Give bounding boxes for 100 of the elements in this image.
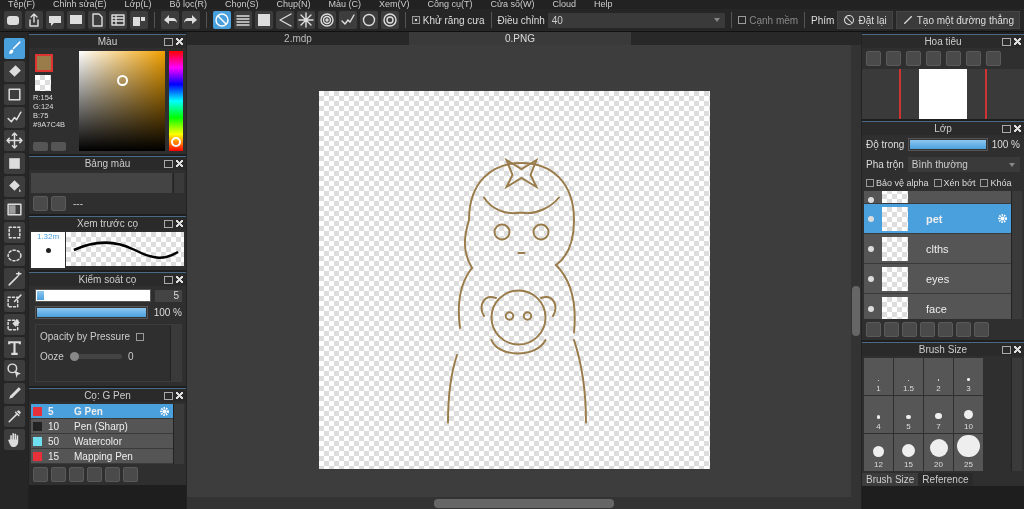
redo-button[interactable] — [181, 11, 200, 29]
hue-slider-thumb[interactable] — [171, 137, 181, 148]
brush-size-cell[interactable]: 10 — [954, 396, 983, 433]
brush-size-cell[interactable]: 2 — [924, 358, 953, 395]
antialias-checkbox[interactable]: Khử răng cưa — [411, 14, 485, 26]
tool-button[interactable] — [3, 38, 25, 59]
tool-button[interactable] — [3, 291, 25, 312]
brush-size-cell[interactable]: 25 — [954, 434, 983, 471]
brush-size-cell[interactable]: 3 — [954, 358, 983, 395]
tool-button[interactable] — [3, 314, 25, 335]
tool-button[interactable] — [3, 268, 25, 289]
layer-option-checkbox[interactable]: Bảo vệ alpha — [866, 178, 929, 188]
scrollbar[interactable] — [1011, 358, 1022, 471]
close-icon[interactable] — [176, 160, 183, 167]
straight-line-button[interactable]: Tạo một đường thẳng — [895, 11, 1020, 29]
tool-button[interactable] — [3, 61, 25, 82]
ooze-slider[interactable] — [69, 354, 122, 359]
toolbar-button[interactable] — [109, 11, 127, 29]
tool-button[interactable] — [3, 383, 25, 404]
saturation-picker[interactable] — [79, 51, 165, 151]
brush-size-cell[interactable]: 12 — [864, 434, 893, 471]
undo-button[interactable] — [160, 11, 179, 29]
transparent-swatch[interactable] — [35, 75, 51, 91]
panel-tab[interactable]: Brush Size — [862, 473, 919, 486]
detach-icon[interactable] — [164, 37, 173, 46]
tool-button[interactable] — [3, 130, 25, 151]
visibility-dot[interactable] — [868, 305, 874, 312]
detach-icon[interactable] — [1002, 124, 1011, 133]
brush-size-cell[interactable]: 4 — [864, 396, 893, 433]
layer-option-checkbox[interactable]: Khóa — [980, 178, 1012, 188]
tool-button[interactable] — [3, 199, 25, 220]
detach-icon[interactable] — [164, 275, 173, 284]
menu-item[interactable]: Cloud — [552, 0, 577, 9]
picker-handle[interactable] — [117, 75, 128, 86]
slider-thumb[interactable] — [69, 352, 79, 361]
brush-item[interactable]: 10 Pen (Sharp) — [31, 419, 173, 434]
brush-item[interactable]: 15 Mapping Pen — [31, 449, 173, 464]
brush-size-cell[interactable]: 20 — [924, 434, 953, 471]
menu-item[interactable]: Cửa sổ(W) — [490, 0, 535, 9]
close-icon[interactable] — [176, 276, 183, 283]
menu-item[interactable]: Chọn(S) — [225, 0, 259, 9]
brush-size-cell[interactable]: 1.5 — [894, 358, 923, 395]
visibility-dot[interactable] — [868, 245, 874, 252]
detach-icon[interactable] — [164, 159, 173, 168]
layer-option-checkbox[interactable]: Xén bớt — [933, 178, 976, 188]
detach-icon[interactable] — [1002, 37, 1011, 46]
size-value[interactable]: 5 — [155, 289, 182, 302]
close-icon[interactable] — [176, 392, 183, 399]
menu-item[interactable]: Màu (C) — [328, 0, 362, 9]
tool-button[interactable] — [3, 337, 25, 358]
circle-snap-button[interactable] — [359, 11, 378, 29]
hue-spectrum[interactable] — [169, 51, 183, 151]
brush-item[interactable]: 50 Watercolor — [31, 434, 173, 449]
tool-button[interactable] — [3, 406, 25, 427]
tool-button[interactable] — [3, 360, 25, 381]
size-slider[interactable] — [35, 289, 151, 302]
blend-dropdown[interactable]: Bình thường — [907, 157, 1020, 172]
off-snap-button[interactable] — [212, 11, 231, 29]
toolbar-button[interactable] — [25, 11, 43, 29]
scrollbar[interactable] — [173, 173, 184, 193]
toolbar-button[interactable] — [46, 11, 64, 29]
tool-button[interactable] — [3, 84, 25, 105]
vanishing-snap-button[interactable] — [275, 11, 294, 29]
panel-tab[interactable]: Reference — [918, 473, 973, 486]
scrollbar[interactable] — [170, 325, 181, 381]
brush-size-cell[interactable]: 7 — [924, 396, 953, 433]
pressure-checkbox[interactable]: Opacity by Pressure — [40, 331, 166, 342]
menu-item[interactable]: Lớp(L) — [124, 0, 152, 9]
menu-item[interactable]: Help — [594, 0, 613, 9]
brush-size-cell[interactable]: 1 — [864, 358, 893, 395]
layer-row[interactable]: face — [864, 294, 1011, 319]
close-icon[interactable] — [1014, 346, 1021, 353]
vertical-scrollbar[interactable] — [851, 45, 861, 497]
scrollbar[interactable] — [1011, 191, 1022, 319]
document-tab[interactable]: 2.mdp — [187, 32, 409, 45]
parallel-snap-button[interactable] — [233, 11, 252, 29]
menu-item[interactable]: Chụp(N) — [276, 0, 311, 9]
tool-button[interactable] — [3, 245, 25, 266]
visibility-dot[interactable] — [868, 215, 874, 222]
menu-item[interactable]: Chỉnh sửa(E) — [53, 0, 107, 9]
layer-row[interactable]: clths — [864, 234, 1011, 264]
close-icon[interactable] — [176, 38, 183, 45]
close-icon[interactable] — [1014, 38, 1021, 45]
reset-button[interactable]: Đặt lại — [837, 11, 893, 29]
radial-snap-button[interactable] — [296, 11, 315, 29]
adjust-dropdown[interactable]: 40 — [547, 12, 726, 28]
brush-size-cell[interactable]: 15 — [894, 434, 923, 471]
close-icon[interactable] — [176, 220, 183, 227]
detach-icon[interactable] — [164, 391, 173, 400]
menu-item[interactable]: Bộ lọc(R) — [169, 0, 207, 9]
layer-row[interactable]: eyes — [864, 264, 1011, 294]
tool-button[interactable] — [3, 222, 25, 243]
brush-size-cell[interactable]: 5 — [894, 396, 923, 433]
menu-item[interactable]: Tệp(F) — [8, 0, 35, 9]
tool-button[interactable] — [3, 429, 25, 450]
menu-item[interactable]: Công cụ(T) — [427, 0, 473, 9]
visibility-dot[interactable] — [868, 275, 874, 282]
concentric-snap-button[interactable] — [317, 11, 336, 29]
detach-icon[interactable] — [1002, 345, 1011, 354]
detach-icon[interactable] — [164, 219, 173, 228]
